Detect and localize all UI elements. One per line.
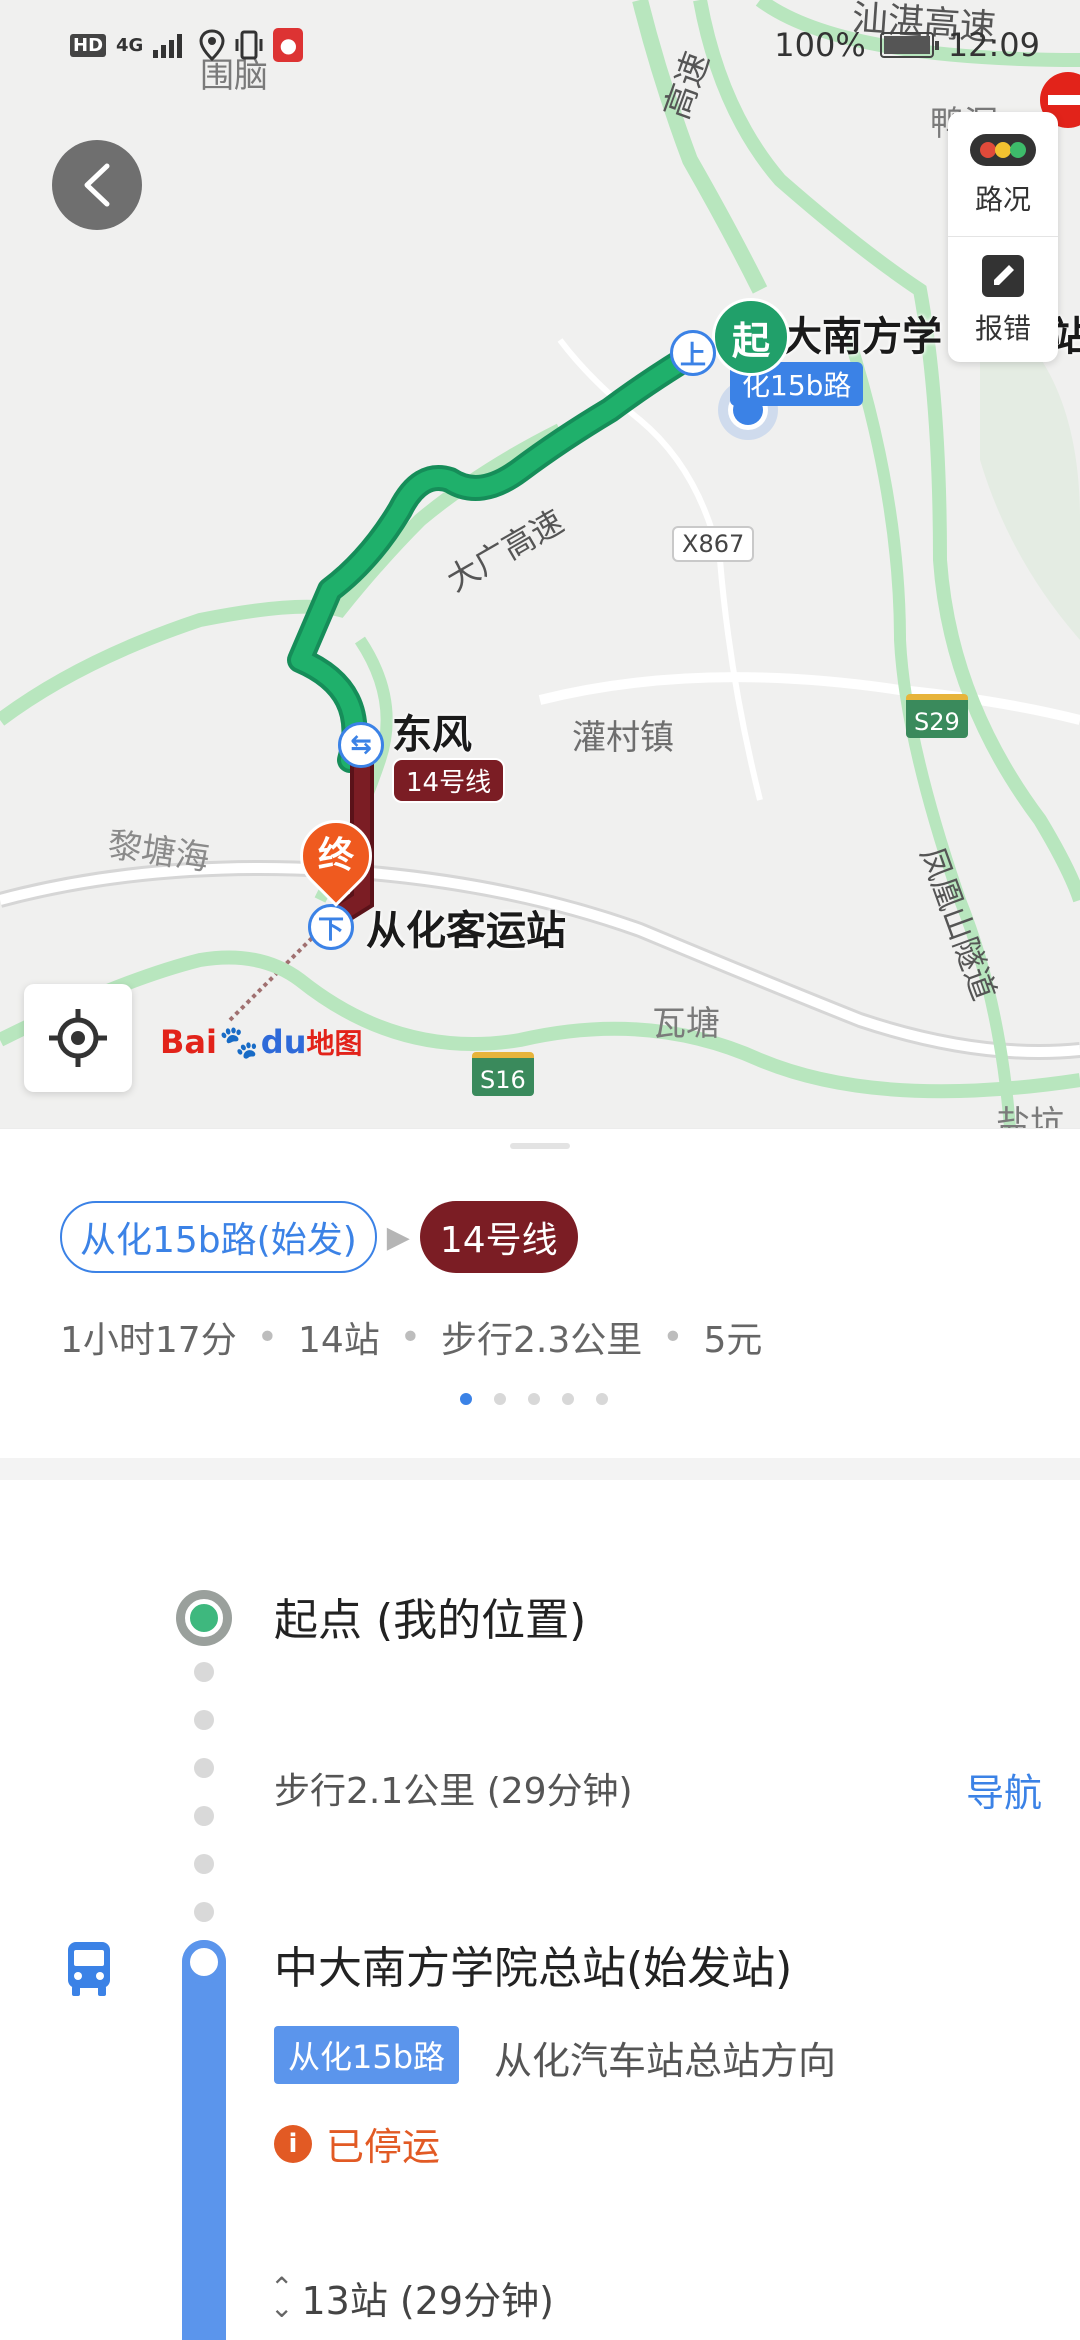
walk-dot	[194, 1806, 214, 1826]
bus-line-tag: 从化15b路(始发)	[60, 1201, 377, 1273]
location-icon	[199, 29, 225, 61]
clock: 12:09	[947, 26, 1040, 64]
metro-line-tag: 14号线	[419, 1201, 578, 1273]
pager-dot[interactable]	[562, 1393, 574, 1405]
drag-handle[interactable]	[510, 1143, 570, 1149]
bus-route-badge[interactable]: 从化15b路	[274, 2026, 460, 2084]
place-label: 盐坑	[996, 1104, 1064, 1128]
road-sign: X867	[672, 526, 755, 562]
stops-summary: 13站 (29分钟)	[301, 2279, 554, 2323]
traffic-light-icon	[970, 134, 1036, 166]
vibrate-icon	[235, 30, 263, 60]
board-station-icon[interactable]: 上	[670, 330, 716, 376]
traffic-label: 路况	[974, 183, 1031, 216]
expand-icon: ⌃ ⌄	[270, 2270, 294, 2324]
signal-icon	[153, 34, 183, 58]
status-bar: HD 4G ● 100% 12:09	[0, 0, 1080, 90]
stop-count: 14站	[297, 1320, 380, 1361]
route-meta: 1小时17分 • 14站 • 步行2.3公里 • 5元	[60, 1311, 762, 1363]
service-status-text: 已停运	[326, 2125, 441, 2169]
stops-expander[interactable]: ⌃ ⌄ 13站 (29分钟)	[270, 2270, 554, 2325]
alight-station-icon[interactable]: 下	[308, 904, 354, 950]
service-status: i 已停运	[274, 2116, 440, 2171]
route-segments: 从化15b路(始发) ▶ 14号线	[60, 1201, 578, 1273]
fare: 5元	[703, 1320, 763, 1361]
start-station-label: 大南方学	[782, 314, 942, 360]
baidu-map-logo: Bai 🐾 du 地图	[160, 1022, 363, 1062]
separator: •	[399, 1316, 421, 1358]
walk-distance: 步行2.3公里	[441, 1320, 643, 1361]
transfer-station-label: 东风	[392, 712, 472, 758]
microphone-icon: ●	[273, 28, 304, 62]
edit-icon	[982, 254, 1024, 297]
highway-sign: S16	[472, 1052, 534, 1096]
route-summary-card[interactable]: 从化15b路(始发) ▶ 14号线 1小时17分 • 14站 • 步行2.3公里…	[0, 1128, 1080, 1458]
walk-dot	[194, 1854, 214, 1874]
logo-text: Bai	[160, 1023, 217, 1061]
separator: •	[256, 1316, 278, 1358]
battery-icon	[879, 32, 939, 58]
separator: •	[662, 1316, 684, 1358]
locate-me-button[interactable]	[24, 984, 132, 1092]
transfer-line-tag: 14号线	[392, 758, 506, 803]
map-tools-panel: 路况 报错	[948, 112, 1058, 362]
map-view[interactable]: 围脑 汕湛高速 高速 鸭洞 大南方学 站 X867 大广高速 东风 14号线 灌…	[0, 0, 1080, 1128]
back-button[interactable]	[52, 140, 142, 230]
route-direction: 从化汽车站总站方向	[494, 2039, 837, 2083]
chevron-left-icon	[84, 163, 110, 207]
transit-line	[182, 1940, 226, 2340]
chevron-right-icon: ▶	[386, 1219, 410, 1255]
place-label: 瓦塘	[652, 1004, 720, 1044]
map-canvas	[0, 0, 1080, 1128]
hd-icon: HD	[70, 33, 107, 57]
battery-percent: 100%	[774, 26, 866, 64]
pager-dot[interactable]	[528, 1393, 540, 1405]
network-icon: 4G	[116, 34, 144, 56]
crosshair-icon	[49, 1009, 107, 1067]
board-station-dot	[182, 1940, 226, 1984]
transfer-icon[interactable]: ⇆	[338, 722, 384, 768]
report-error-button[interactable]: 报错	[948, 237, 1058, 362]
bus-icon	[68, 1942, 110, 1996]
walk-dot	[194, 1710, 214, 1730]
section-divider	[0, 1458, 1080, 1480]
walk-step: 步行2.1公里 (29分钟)	[274, 1771, 633, 1812]
report-error-label: 报错	[974, 311, 1031, 345]
walk-dot	[194, 1662, 214, 1682]
highway-sign: S29	[906, 694, 968, 738]
pager-dot[interactable]	[494, 1393, 506, 1405]
traffic-button[interactable]: 路况	[948, 112, 1058, 237]
logo-text: du	[260, 1023, 307, 1061]
logo-text: 地图	[306, 1027, 363, 1060]
start-marker[interactable]: 起	[712, 298, 790, 376]
pager-dot[interactable]	[596, 1393, 608, 1405]
walk-dot	[194, 1902, 214, 1922]
navigate-button[interactable]: 导航	[966, 1762, 1042, 1817]
info-icon: i	[274, 2124, 312, 2163]
duration: 1小时17分	[60, 1320, 237, 1361]
route-steps[interactable]: 起点 (我的位置) 步行2.1公里 (29分钟) 导航 中大南方学院总站(始发站…	[0, 1480, 1080, 2340]
end-station-label: 从化客运站	[366, 908, 566, 954]
origin-label: 起点 (我的位置)	[274, 1595, 587, 1646]
route-pager[interactable]	[460, 1393, 608, 1405]
end-marker-label: 终	[317, 835, 354, 876]
pager-dot[interactable]	[460, 1393, 472, 1405]
paw-icon: 🐾	[218, 1023, 259, 1061]
origin-dot-icon	[176, 1590, 232, 1646]
town-label: 灌村镇	[572, 718, 674, 758]
board-station-name: 中大南方学院总站(始发站)	[274, 1943, 793, 1994]
walk-dot	[194, 1758, 214, 1778]
